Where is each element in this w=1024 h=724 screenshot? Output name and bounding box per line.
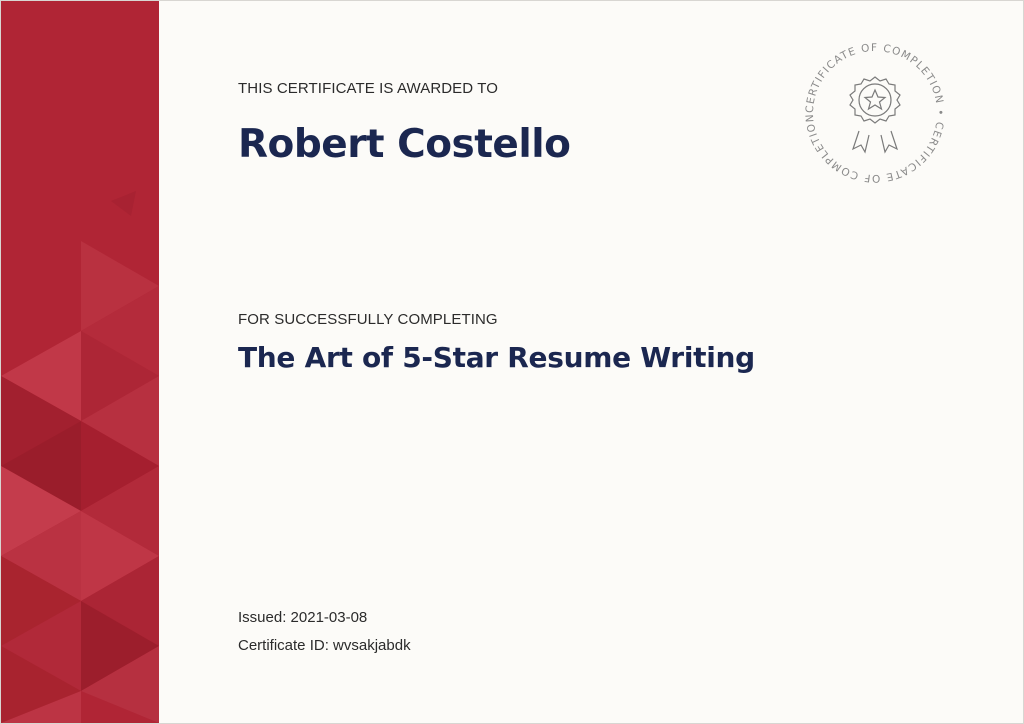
issued-date: 2021-03-08 [290, 609, 368, 626]
certificate: THIS CERTIFICATE IS AWARDED TO Robert Co… [0, 0, 1024, 724]
seal-circular-text: CERTIFICATE OF COMPLETION • CERTIFICATE … [799, 37, 946, 184]
completion-seal: CERTIFICATE OF COMPLETION • CERTIFICATE … [795, 28, 951, 189]
seal-text-path: CERTIFICATE OF COMPLETION • CERTIFICATE … [795, 28, 945, 184]
issued-label: Issued: [238, 609, 287, 626]
geometric-triangle-pattern [1, 1, 159, 723]
certificate-id-line: Certificate ID: wvsakjabdk [238, 637, 411, 654]
completing-label: FOR SUCCESSFULLY COMPLETING [238, 311, 498, 328]
certificate-id-label: Certificate ID: [238, 637, 329, 654]
seal-graphic: CERTIFICATE OF COMPLETION • CERTIFICATE … [795, 28, 946, 184]
recipient-name: Robert Costello [238, 122, 571, 167]
awarded-label: THIS CERTIFICATE IS AWARDED TO [238, 80, 498, 97]
issued-line: Issued: 2021-03-08 [238, 609, 367, 626]
certificate-id-value: wvsakjabdk [333, 637, 411, 654]
award-ribbon-star-icon [849, 76, 901, 154]
course-title: The Art of 5-Star Resume Writing [238, 341, 755, 374]
decorative-side-band [1, 1, 159, 723]
